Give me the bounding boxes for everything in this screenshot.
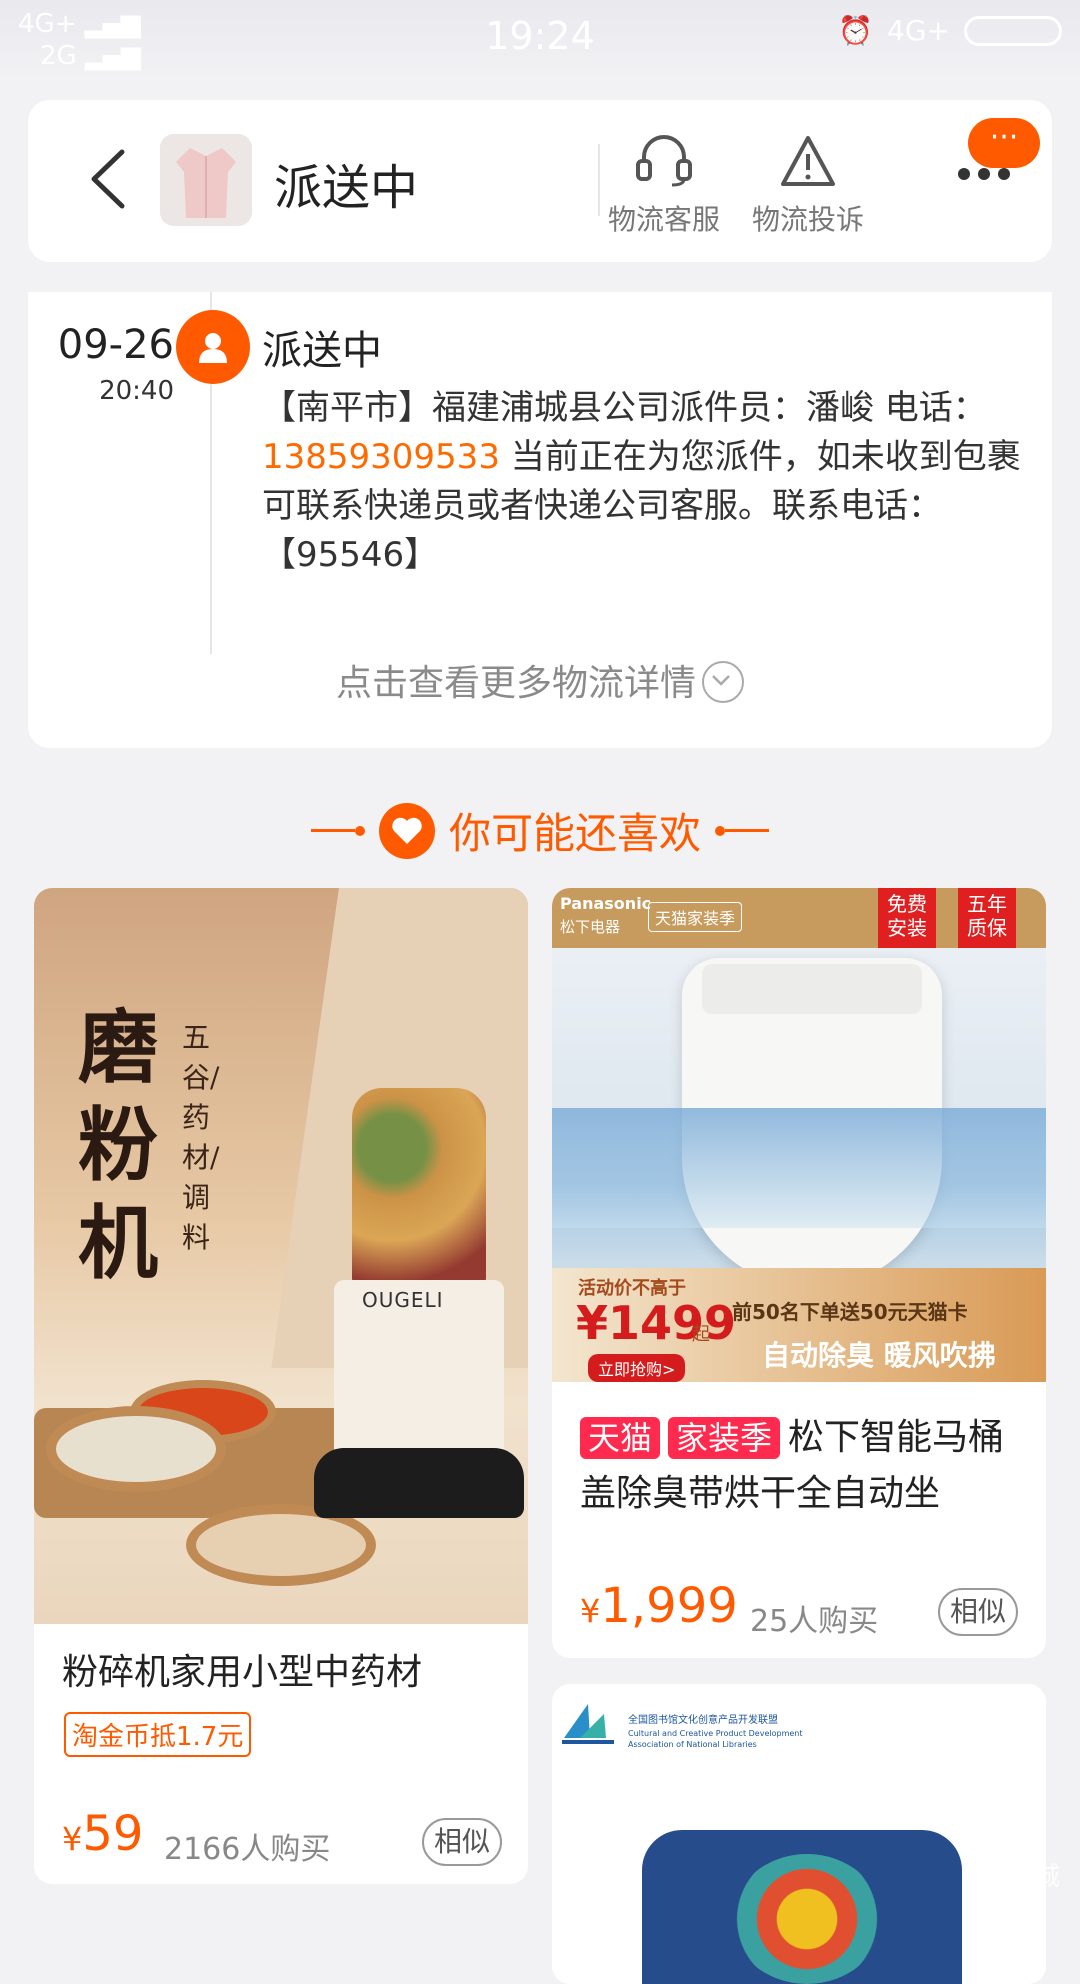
battery-icon: [964, 15, 1062, 46]
heading-decoration-left: [310, 825, 365, 836]
tracking-card: 09-26 20:40 派送中 【南平市】福建浦城县公司派件员：潘峻 电话： 13…: [28, 292, 1052, 748]
status-bar: 4G+ ▂▄▆ 2G ▂▄▆ 19:24 ⏰ 4G+: [0, 0, 1080, 80]
image-tmall-tag: 天猫家装季: [648, 902, 743, 932]
product-thumbnail[interactable]: [160, 134, 252, 226]
logistics-service-button[interactable]: 物流客服: [594, 132, 734, 238]
more-logistics-label: 点击查看更多物流详情: [335, 663, 696, 704]
image-badge-warranty: 五年质保: [958, 888, 1016, 948]
logistics-complaint-button[interactable]: 物流投诉: [738, 132, 878, 238]
message-badge[interactable]: ···: [968, 118, 1040, 168]
network-label-right: 4G+: [887, 14, 950, 47]
image-org-cn: 全国图书馆文化创意产品开发联盟: [628, 1715, 778, 1726]
back-arrow-icon[interactable]: [80, 144, 140, 214]
coin-discount-badge: 淘金币抵1.7元: [64, 1712, 252, 1757]
image-promo-feature: 自动除臭 暖风吹拂: [762, 1339, 996, 1372]
tracking-detail: 【南平市】福建浦城县公司派件员：潘峻 电话：13859309533 当前正在为您…: [262, 384, 1032, 580]
recommend-title: 你可能还喜欢: [448, 809, 701, 858]
product-card[interactable]: 磨粉机 五谷/药材/调料 OUGELI 粉碎机家用小型中药材 淘金币抵1.7元 …: [34, 888, 528, 1884]
product-price: ¥59: [62, 1806, 143, 1862]
heart-icon: [378, 802, 435, 859]
recommend-heading: 你可能还喜欢: [0, 800, 1080, 861]
image-side-text: 五谷/药材/调料: [182, 1021, 220, 1254]
product-price: ¥1,999: [580, 1578, 738, 1634]
heading-decoration-right: [715, 825, 769, 836]
tracking-detail-text: 【南平市】福建浦城县公司派件员：潘峻 电话：: [262, 388, 987, 428]
product-title: 天猫 家装季 松下智能马桶盖除臭带烘干全自动坐: [580, 1410, 1020, 1522]
courier-phone-link[interactable]: 13859309533: [262, 437, 500, 477]
courier-person-icon: [176, 310, 250, 384]
tracking-time: 20:40: [99, 376, 174, 406]
similar-button[interactable]: 相似: [938, 1588, 1018, 1636]
image-badge-install: 免费安装: [878, 888, 936, 948]
more-options-icon[interactable]: [956, 166, 1012, 182]
product-card[interactable]: 全国图书馆文化创意产品开发联盟 Cultural and Creative Pr…: [552, 1684, 1046, 1984]
header-card: 派送中 物流客服 物流投诉 ···: [28, 100, 1052, 262]
currency-symbol: ¥: [62, 1820, 83, 1858]
sales-count: 2166人购买: [164, 1832, 331, 1867]
image-brand: Panasonic: [560, 894, 652, 913]
currency-symbol: ¥: [580, 1592, 601, 1630]
price-value: 59: [82, 1806, 144, 1862]
price-value: 1,999: [600, 1578, 738, 1634]
product-image[interactable]: 磨粉机 五谷/药材/调料 OUGELI: [34, 888, 528, 1624]
image-org-name: 全国图书馆文化创意产品开发联盟 Cultural and Creative Pr…: [628, 1714, 828, 1750]
status-right: ⏰ 4G+: [838, 14, 1062, 47]
tracking-status: 派送中: [262, 328, 382, 374]
product-image[interactable]: Panasonic 松下电器 天猫家装季 免费安装 五年质保 活动价不高于 ¥1…: [552, 888, 1046, 1382]
library-logo: [562, 1704, 614, 1744]
season-tag: 家装季: [668, 1417, 781, 1459]
tracking-date: 09-26: [57, 322, 174, 368]
tmall-tag: 天猫: [580, 1417, 661, 1459]
more-logistics-link[interactable]: 点击查看更多物流详情: [28, 654, 1052, 706]
image-promo-button: 立即抢购>: [588, 1354, 686, 1382]
product-image[interactable]: 全国图书馆文化创意产品开发联盟 Cultural and Creative Pr…: [552, 1684, 1046, 1984]
image-brand: OUGELI: [362, 1288, 444, 1312]
image-calligraphy: 磨粉机: [78, 1000, 158, 1290]
similar-button[interactable]: 相似: [422, 1818, 502, 1866]
warning-icon: [781, 136, 835, 186]
sales-count: 25人购买: [750, 1604, 879, 1639]
image-brand-cn: 松下电器: [560, 918, 621, 936]
chevron-down-icon: [702, 661, 744, 703]
logistics-complaint-label: 物流投诉: [751, 203, 864, 236]
forum-watermark: 浦城: [1007, 1862, 1060, 1892]
headset-icon: [636, 135, 692, 187]
image-promo-price: ¥1499: [576, 1296, 737, 1350]
alarm-icon: ⏰: [838, 14, 874, 47]
product-card[interactable]: Panasonic 松下电器 天猫家装季 免费安装 五年质保 活动价不高于 ¥1…: [552, 888, 1046, 1658]
logistics-service-label: 物流客服: [607, 203, 720, 236]
product-title: 粉碎机家用小型中药材: [62, 1652, 423, 1693]
image-promo-suffix: 起: [692, 1324, 710, 1345]
image-org-en: Cultural and Creative Product Developmen…: [628, 1729, 803, 1749]
page-title: 派送中: [274, 160, 419, 216]
image-promo-gift: 前50名下单送50元天猫卡: [732, 1300, 968, 1324]
